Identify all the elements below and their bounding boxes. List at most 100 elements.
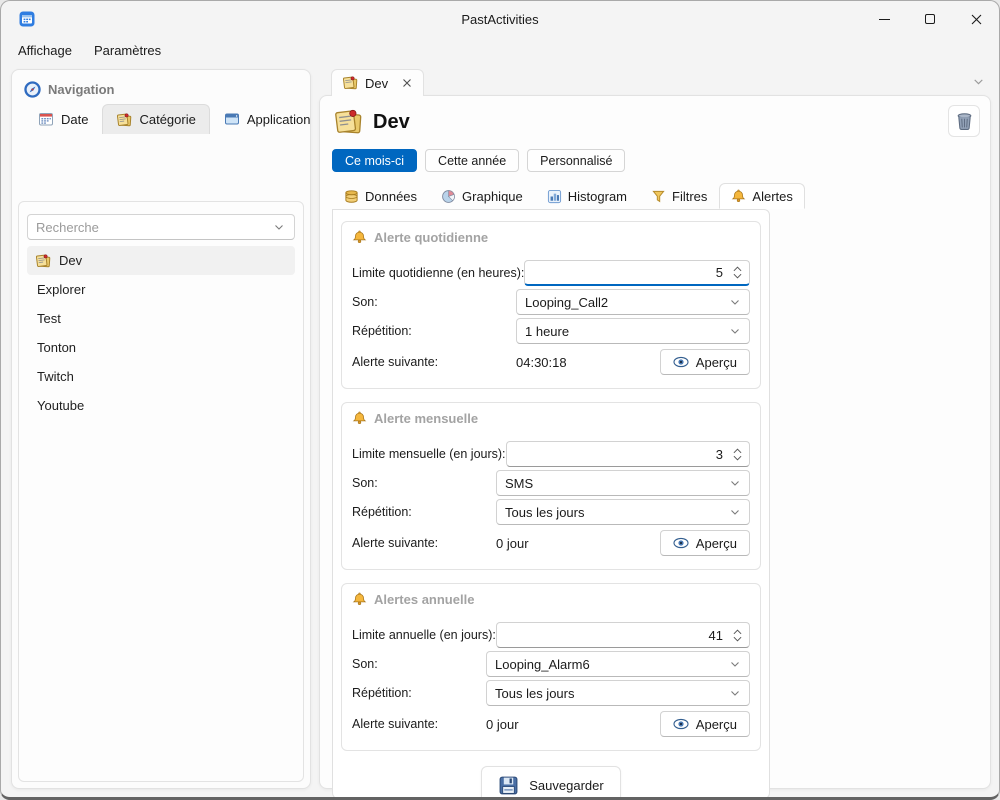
yearly-repetition-select[interactable]: Tous les jours (486, 680, 750, 706)
daily-repetition-select[interactable]: 1 heure (516, 318, 750, 344)
minimize-button[interactable] (861, 1, 907, 37)
range-button-cette-annee[interactable]: Cette année (425, 149, 519, 172)
yearly-preview-button[interactable]: Aperçu (660, 711, 750, 737)
list-item-label: Tonton (37, 340, 76, 355)
monthly-sound-value: SMS (505, 476, 729, 491)
yearly-next-alert-value: 0 jour (486, 717, 519, 732)
database-icon (344, 189, 359, 204)
list-item-test[interactable]: Test (27, 304, 295, 333)
limit-label: Limite mensuelle (en jours): (352, 447, 506, 461)
next-alert-label: Alerte suivante: (352, 717, 486, 731)
close-icon (971, 14, 982, 25)
subtab-donnees[interactable]: Données (332, 183, 429, 209)
menu-item-parametres[interactable]: Paramètres (83, 39, 172, 62)
subtab-alertes[interactable]: Alertes (719, 183, 804, 209)
search-box[interactable] (27, 214, 295, 240)
limit-label: Limite annuelle (en jours): (352, 628, 496, 642)
spin-down-icon[interactable] (733, 273, 742, 279)
floppy-icon (498, 775, 519, 796)
monthly-limit-spinbox[interactable]: 3 (506, 441, 750, 467)
group-title-text: Alertes annuelle (374, 592, 474, 607)
note-icon (342, 75, 358, 91)
group-title-text: Alerte mensuelle (374, 411, 478, 426)
monthly-sound-select[interactable]: SMS (496, 470, 750, 496)
son-label: Son: (352, 476, 496, 490)
daily-limit-spinbox[interactable]: 5 (524, 260, 750, 286)
bar-chart-icon (547, 189, 562, 204)
menu-bar: Affichage Paramètres (1, 37, 999, 63)
subtab-graphique[interactable]: Graphique (429, 183, 535, 209)
list-item-dev[interactable]: Dev (27, 246, 295, 275)
document-tab-dev[interactable]: Dev (331, 69, 424, 96)
tab-close-icon[interactable] (401, 77, 413, 89)
monthly-repetition-value: Tous les jours (505, 505, 729, 520)
nav-tab-categorie-label: Catégorie (139, 112, 195, 127)
subtab-filtres[interactable]: Filtres (639, 183, 719, 209)
spin-up-icon[interactable] (733, 448, 742, 454)
range-buttons: Ce mois-ci Cette année Personnalisé (332, 149, 990, 172)
subtab-donnees-label: Données (365, 189, 417, 204)
tab-overflow-chevron-icon[interactable] (972, 75, 985, 88)
nav-tab-categorie[interactable]: Catégorie (102, 104, 209, 134)
nav-tab-date[interactable]: Date (24, 104, 102, 134)
spin-up-icon[interactable] (733, 629, 742, 635)
daily-limit-value: 5 (525, 265, 729, 280)
window-title: PastActivities (1, 1, 999, 37)
group-daily-alert: Alerte quotidienne Limite quotidienne (e… (341, 221, 761, 389)
close-button[interactable] (953, 1, 999, 37)
group-yearly-title: Alertes annuelle (352, 592, 750, 607)
navigation-panel: Navigation Date Catégorie Application (11, 69, 311, 789)
bell-icon (731, 189, 746, 204)
list-item-label: Dev (59, 253, 82, 268)
monthly-preview-button[interactable]: Aperçu (660, 530, 750, 556)
group-daily-title: Alerte quotidienne (352, 230, 750, 245)
save-button[interactable]: Sauvegarder (481, 766, 620, 800)
group-yearly-alert: Alertes annuelle Limite annuelle (en jou… (341, 583, 761, 751)
daily-preview-button[interactable]: Aperçu (660, 349, 750, 375)
yearly-sound-select[interactable]: Looping_Alarm6 (486, 651, 750, 677)
maximize-button[interactable] (907, 1, 953, 37)
spin-up-icon[interactable] (733, 266, 742, 272)
subtab-graphique-label: Graphique (462, 189, 523, 204)
note-icon (35, 253, 51, 269)
navigation-title: Navigation (48, 82, 114, 97)
subtab-histogram[interactable]: Histogram (535, 183, 639, 209)
list-item-youtube[interactable]: Youtube (27, 391, 295, 420)
list-item-explorer[interactable]: Explorer (27, 275, 295, 304)
spin-down-icon[interactable] (733, 455, 742, 461)
eye-icon (673, 718, 689, 730)
app-icon (19, 11, 35, 27)
search-dropdown-chevron-icon[interactable] (273, 221, 285, 233)
group-monthly-alert: Alerte mensuelle Limite mensuelle (en jo… (341, 402, 761, 570)
yearly-limit-spinbox[interactable]: 41 (496, 622, 750, 648)
daily-sound-value: Looping_Call2 (525, 295, 729, 310)
subtab-histogram-label: Histogram (568, 189, 627, 204)
titlebar: PastActivities (1, 1, 999, 37)
calendar-icon (38, 111, 54, 127)
list-item-label: Test (37, 311, 61, 326)
chevron-down-icon (729, 506, 741, 518)
range-button-personnalise[interactable]: Personnalisé (527, 149, 625, 172)
spin-down-icon[interactable] (733, 636, 742, 642)
save-button-label: Sauvegarder (529, 778, 603, 793)
daily-sound-select[interactable]: Looping_Call2 (516, 289, 750, 315)
list-item-twitch[interactable]: Twitch (27, 362, 295, 391)
compass-icon (24, 81, 41, 98)
navigation-header: Navigation (12, 70, 310, 104)
page-header: Dev (320, 96, 990, 137)
navigation-tabs: Date Catégorie Application (24, 104, 310, 134)
repetition-label: Répétition: (352, 686, 486, 700)
nav-tab-application[interactable]: Application (210, 104, 325, 134)
list-item-tonton[interactable]: Tonton (27, 333, 295, 362)
subtab-alertes-label: Alertes (752, 189, 792, 204)
subtab-bar: Données Graphique Histogram Filtres Aler… (332, 183, 990, 209)
yearly-limit-value: 41 (497, 628, 729, 643)
chevron-down-icon (729, 477, 741, 489)
chevron-down-icon (729, 325, 741, 337)
search-input[interactable] (28, 220, 273, 235)
delete-button[interactable] (948, 105, 980, 137)
menu-item-affichage[interactable]: Affichage (7, 39, 83, 62)
range-button-ce-mois-ci[interactable]: Ce mois-ci (332, 149, 417, 172)
monthly-repetition-select[interactable]: Tous les jours (496, 499, 750, 525)
chevron-down-icon (729, 687, 741, 699)
